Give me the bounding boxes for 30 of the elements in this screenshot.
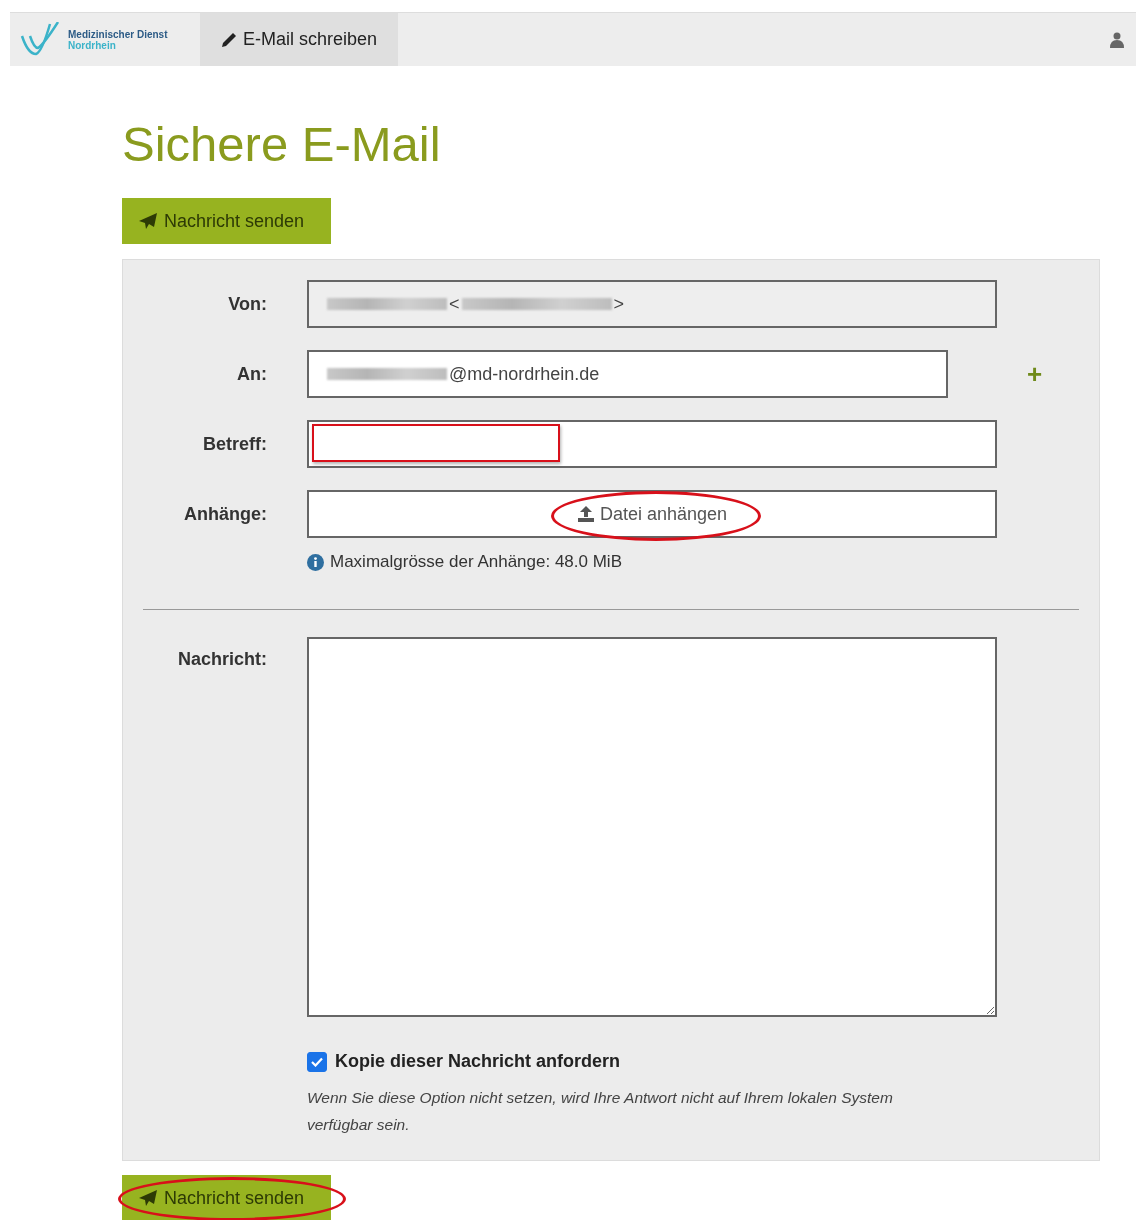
attachment-size-info: Maximalgrösse der Anhänge: 48.0 MiB [330, 552, 622, 572]
copy-note: Wenn Sie diese Option nicht setzen, wird Ihre Antwort nicht auf Ihrem lokalen System verfügbar sein. [307, 1088, 894, 1135]
user-icon[interactable] [1110, 31, 1124, 48]
send-icon [138, 1189, 158, 1207]
field-label: Anhänge: [183, 503, 267, 525]
field-text: < [449, 293, 460, 315]
field-text: @md-nordrhein.de [449, 363, 600, 385]
check-icon [311, 1056, 323, 1067]
recipient-field[interactable]: @md-nordrhein.de [307, 350, 948, 398]
copy-checkbox[interactable] [307, 1051, 327, 1072]
subject-field[interactable] [307, 420, 997, 468]
send-button[interactable]: Nachricht senden [122, 198, 331, 244]
message-field[interactable] [307, 637, 997, 1017]
page-title: Sichere E-Mail [122, 116, 442, 172]
attach-file-button[interactable]: Datei anhängen [570, 502, 734, 526]
field-text: > [613, 293, 625, 315]
nav-tab[interactable]: E-Mail schreiben [200, 13, 399, 66]
logo-checkmark-icon [20, 21, 62, 58]
send-icon [138, 212, 158, 230]
info-icon [307, 553, 324, 571]
upload-icon [576, 506, 595, 522]
field-label: An: [236, 363, 267, 385]
field-label: Betreff: [202, 433, 267, 455]
checkbox-label: Kopie dieser Nachricht anfordern [335, 1051, 621, 1072]
logo-text: Medizinischer Dienst [68, 28, 168, 40]
send-button[interactable]: Nachricht senden [122, 1175, 331, 1220]
pencil-icon [221, 31, 237, 48]
logo-text: Nordrhein [68, 39, 117, 51]
field-label: Von: [227, 293, 267, 315]
field-label: Nachricht: [177, 649, 267, 670]
